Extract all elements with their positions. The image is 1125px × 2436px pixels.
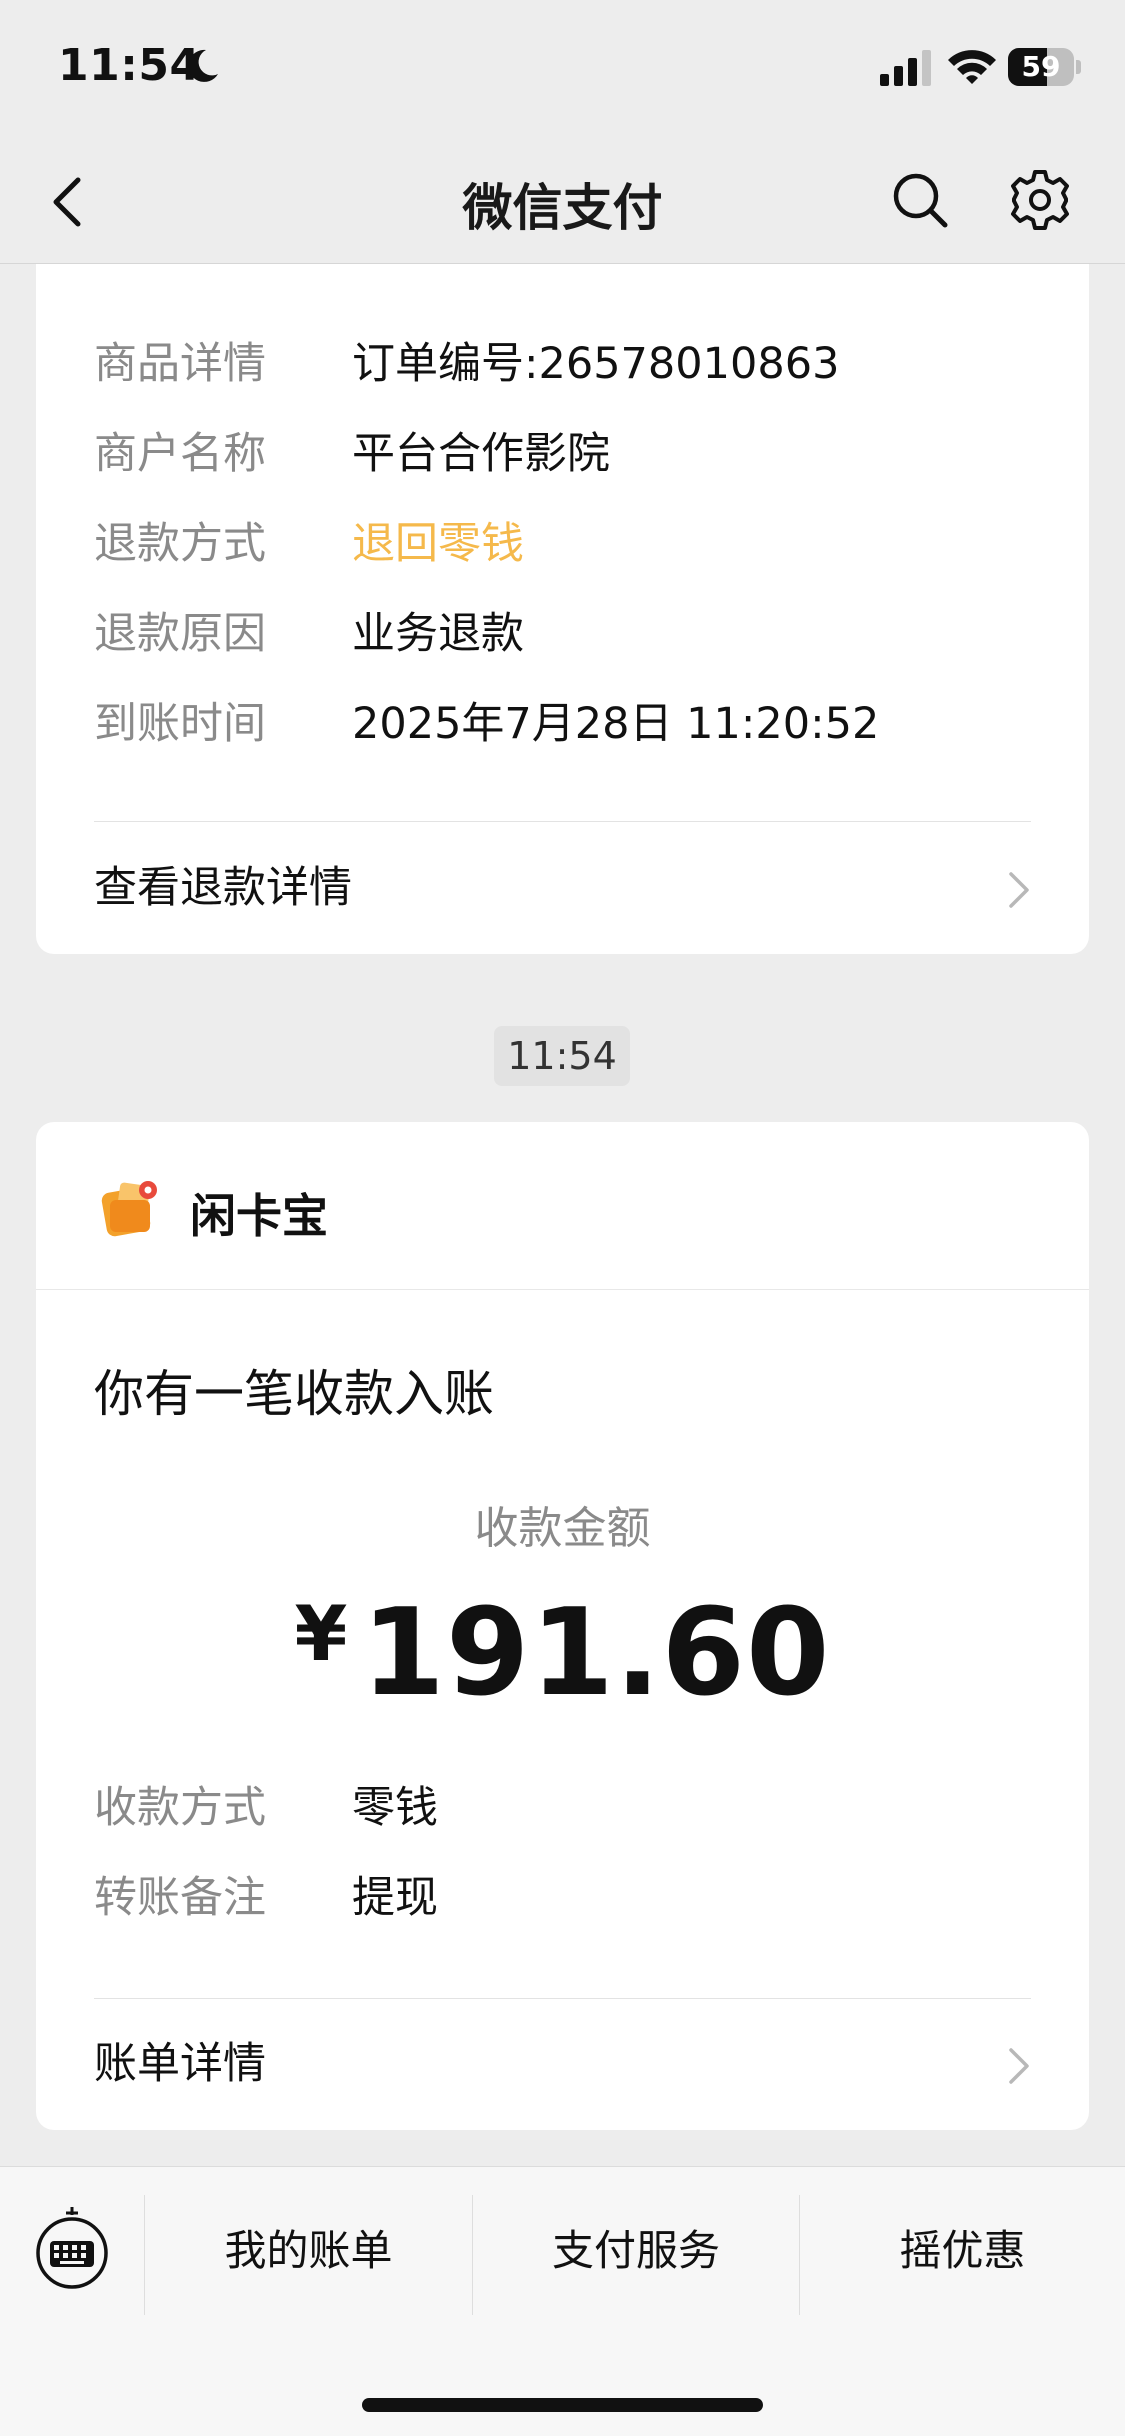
refund-details-link[interactable]: 查看退款详情	[94, 858, 1031, 918]
row-value: 订单编号:26578010863	[352, 339, 840, 389]
page-title: 微信支付	[462, 179, 663, 237]
battery-body: 59	[1008, 48, 1074, 86]
row-label: 转账备注	[94, 1873, 266, 1923]
keyboard-icon[interactable]	[34, 2205, 110, 2291]
cellular-signal-icon	[880, 50, 931, 86]
search-icon[interactable]	[890, 170, 950, 230]
status-time: 11:54	[58, 40, 201, 91]
row-value: 退回零钱	[352, 519, 524, 569]
merchant-name: 闲卡宝	[190, 1189, 328, 1243]
chevron-right-icon	[1009, 872, 1029, 908]
chevron-right-icon	[1009, 2048, 1029, 2084]
row-label: 商品详情	[94, 339, 266, 389]
row-value: 零钱	[352, 1783, 438, 1833]
income-notice-card[interactable]: 闲卡宝 你有一笔收款入账 收款金额 ¥191.60 收款方式 零钱 转账备注 提…	[36, 1122, 1089, 2130]
amount-label: 收款金额	[474, 1503, 651, 1554]
bill-details-label: 账单详情	[94, 2039, 266, 2089]
amount-value: ¥191.60	[36, 1584, 1089, 1723]
row-label: 商户名称	[94, 429, 266, 479]
settings-gear-icon[interactable]	[1008, 168, 1072, 232]
battery-tip	[1076, 60, 1081, 74]
tab-payment-services[interactable]: 支付服务	[473, 2221, 799, 2281]
divider	[94, 821, 1031, 822]
divider	[36, 1289, 1089, 1290]
row-label: 退款方式	[94, 519, 266, 569]
status-bar: 11:54 59	[0, 0, 1125, 130]
row-value: 2025年7月28日 11:20:52	[352, 699, 880, 749]
battery-indicator: 59	[1008, 48, 1081, 86]
amount-number: 191.60	[361, 1584, 831, 1723]
bill-details-link[interactable]: 账单详情	[94, 2034, 1031, 2094]
screen: 11:54 59 微信支付 商品详情 订单编号:26578010863 商户名称…	[0, 0, 1125, 2436]
notice-title: 你有一笔收款入账	[94, 1365, 494, 1423]
refund-details-label: 查看退款详情	[94, 863, 352, 913]
row-label: 退款原因	[94, 609, 266, 659]
merchant-logo-icon	[101, 1181, 157, 1237]
row-value: 业务退款	[352, 609, 524, 659]
message-timestamp: 11:54	[494, 1026, 630, 1086]
wifi-icon	[948, 50, 996, 84]
tab-my-bills[interactable]: 我的账单	[145, 2221, 472, 2281]
row-value: 提现	[352, 1873, 438, 1923]
nav-bar: 微信支付	[0, 130, 1125, 264]
currency-symbol: ¥	[294, 1589, 348, 1678]
row-value: 平台合作影院	[352, 429, 610, 479]
moon-icon	[188, 49, 218, 82]
refund-card: 商品详情 订单编号:26578010863 商户名称 平台合作影院 退款方式 退…	[36, 264, 1089, 954]
divider	[94, 1998, 1031, 1999]
home-indicator[interactable]	[362, 2398, 763, 2412]
row-label: 到账时间	[94, 699, 266, 749]
bottom-menu-bar: 我的账单 支付服务 摇优惠	[0, 2166, 1125, 2436]
tab-shake-deals[interactable]: 摇优惠	[800, 2221, 1125, 2281]
row-label: 收款方式	[94, 1783, 266, 1833]
battery-text: 59	[1021, 50, 1061, 83]
